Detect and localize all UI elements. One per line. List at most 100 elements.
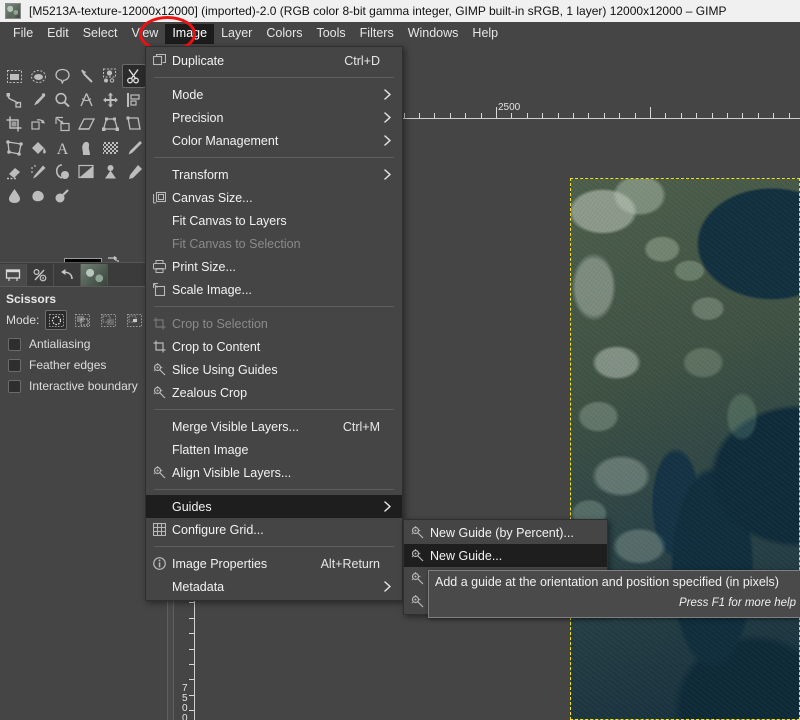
chevron-right-icon: [380, 501, 394, 512]
menu-item-canvas-size[interactable]: Canvas Size...: [146, 186, 402, 209]
plugin-icon: [404, 595, 430, 608]
ellipse-select-tool[interactable]: [26, 64, 50, 88]
mypaint-brush-tool[interactable]: [50, 184, 74, 208]
menu-item-fit-canvas-to-layers[interactable]: Fit Canvas to Layers: [146, 209, 402, 232]
image-menu-dropdown[interactable]: Duplicate Ctrl+D Mode Precision Color Manage…: [145, 46, 403, 601]
paths-tool[interactable]: [2, 88, 26, 112]
menu-item-color-management[interactable]: Color Management: [146, 129, 402, 152]
shear-tool[interactable]: [74, 112, 98, 136]
ruler-tick: [619, 113, 620, 118]
image-thumbnail-icon: [5, 3, 21, 19]
menubar-item-filters[interactable]: Filters: [353, 24, 401, 44]
image-canvas[interactable]: [570, 178, 800, 720]
menubar-item-layer[interactable]: Layer: [214, 24, 259, 44]
image-thumbnail-tab[interactable]: [81, 263, 108, 286]
ruler-tick: [189, 602, 194, 603]
tooltip-text: Add a guide at the orientation and posit…: [435, 575, 779, 589]
replace-selection-mode[interactable]: [45, 310, 68, 330]
measure-tool[interactable]: [74, 88, 98, 112]
airbrush-tool[interactable]: [26, 160, 50, 184]
grid-icon: [146, 523, 172, 536]
fuzzy-select-tool[interactable]: [74, 64, 98, 88]
interactive-boundary-checkbox[interactable]: Interactive boundary: [0, 372, 145, 393]
ruler-tick: [511, 113, 512, 118]
menubar-item-edit[interactable]: Edit: [40, 24, 76, 44]
menu-item-new-guide-by-percent[interactable]: New Guide (by Percent)...: [404, 521, 607, 544]
scissors-select-tool[interactable]: [122, 64, 146, 88]
feather-edges-checkbox[interactable]: Feather edges: [0, 351, 145, 372]
menu-item-new-guide[interactable]: New Guide...: [404, 544, 607, 567]
zoom-tool[interactable]: [50, 88, 74, 112]
menu-item-print-size[interactable]: Print Size...: [146, 255, 402, 278]
menu-item-duplicate[interactable]: Duplicate Ctrl+D: [146, 49, 402, 72]
ruler-tick: [527, 113, 528, 118]
smudge-tool[interactable]: [26, 184, 50, 208]
antialiasing-checkbox[interactable]: Antialiasing: [0, 330, 145, 351]
ruler-label: 2500: [498, 102, 521, 113]
menubar-item-colors[interactable]: Colors: [259, 24, 309, 44]
clone-tool[interactable]: [50, 160, 74, 184]
rotate-tool[interactable]: [26, 112, 50, 136]
plugin-icon: [146, 363, 172, 376]
menu-item-merge-visible-layers[interactable]: Merge Visible Layers... Ctrl+M: [146, 415, 402, 438]
menu-item-crop-to-selection: Crop to Selection: [146, 312, 402, 335]
ink-tool[interactable]: [122, 160, 146, 184]
menubar-item-select[interactable]: Select: [76, 24, 125, 44]
color-picker-tool[interactable]: [26, 88, 50, 112]
subtract-from-selection-mode[interactable]: [97, 310, 119, 330]
chevron-right-icon: [380, 89, 394, 100]
aerial-satellite-photo[interactable]: [570, 178, 800, 720]
select-by-color-tool[interactable]: [98, 64, 122, 88]
eraser-tool[interactable]: [2, 160, 26, 184]
menubar-item-help[interactable]: Help: [465, 24, 505, 44]
menubar-item-tools[interactable]: Tools: [309, 24, 352, 44]
menubar-item-view[interactable]: View: [124, 24, 165, 44]
blur-sharpen-tool[interactable]: [2, 184, 26, 208]
alignment-tool[interactable]: [122, 88, 146, 112]
menu-item-transform[interactable]: Transform: [146, 163, 402, 186]
text-tool[interactable]: A: [50, 136, 74, 160]
menu-item-configure-grid[interactable]: Configure Grid...: [146, 518, 402, 541]
plugin-icon: [146, 466, 172, 479]
undo-history-tab[interactable]: [54, 263, 81, 286]
intersect-with-selection-mode[interactable]: [123, 310, 145, 330]
unified-transform-tool[interactable]: [122, 112, 146, 136]
menu-item-crop-to-content[interactable]: Crop to Content: [146, 335, 402, 358]
menu-item-guides[interactable]: Guides: [146, 495, 402, 518]
tool-options-tab[interactable]: [0, 263, 27, 286]
rectangle-select-tool[interactable]: [2, 64, 26, 88]
menu-item-scale-image[interactable]: Scale Image...: [146, 278, 402, 301]
menu-item-zealous-crop[interactable]: Zealous Crop: [146, 381, 402, 404]
menu-separator: [154, 77, 394, 78]
scale-tool[interactable]: [50, 112, 74, 136]
perspective-clone-tool[interactable]: [74, 160, 98, 184]
menu-item-align-visible-layers[interactable]: Align Visible Layers...: [146, 461, 402, 484]
menubar-item-image[interactable]: Image: [165, 24, 215, 44]
menu-item-label: Zealous Crop: [172, 385, 248, 400]
handle-transform-tool[interactable]: [2, 136, 26, 160]
ruler-tick: [450, 113, 451, 118]
menu-item-metadata[interactable]: Metadata: [146, 575, 402, 598]
menu-item-precision[interactable]: Precision: [146, 106, 402, 129]
crop-tool[interactable]: [2, 112, 26, 136]
perspective-tool[interactable]: [98, 112, 122, 136]
menu-item-image-properties[interactable]: Image Properties Alt+Return: [146, 552, 402, 575]
pencil-tool[interactable]: [122, 136, 146, 160]
menu-item-mode[interactable]: Mode: [146, 83, 402, 106]
menubar-item-windows[interactable]: Windows: [401, 24, 466, 44]
dodge-burn-tool[interactable]: [98, 160, 122, 184]
menu-separator: [154, 306, 394, 307]
move-tool[interactable]: [98, 88, 122, 112]
free-select-tool[interactable]: [50, 64, 74, 88]
menu-item-label: New Guide (by Percent)...: [430, 525, 574, 540]
toolbox: A: [0, 46, 146, 301]
gradient-tool[interactable]: [98, 136, 122, 160]
menubar-item-file[interactable]: File: [6, 24, 40, 44]
bucket-fill-tool[interactable]: [26, 136, 50, 160]
menu-item-flatten-image[interactable]: Flatten Image: [146, 438, 402, 461]
menu-item-shortcut: Alt+Return: [320, 556, 380, 571]
device-status-tab[interactable]: [27, 263, 54, 286]
warp-transform-tool[interactable]: [74, 136, 98, 160]
menu-item-slice-using-guides[interactable]: Slice Using Guides: [146, 358, 402, 381]
add-to-selection-mode[interactable]: [71, 310, 93, 330]
